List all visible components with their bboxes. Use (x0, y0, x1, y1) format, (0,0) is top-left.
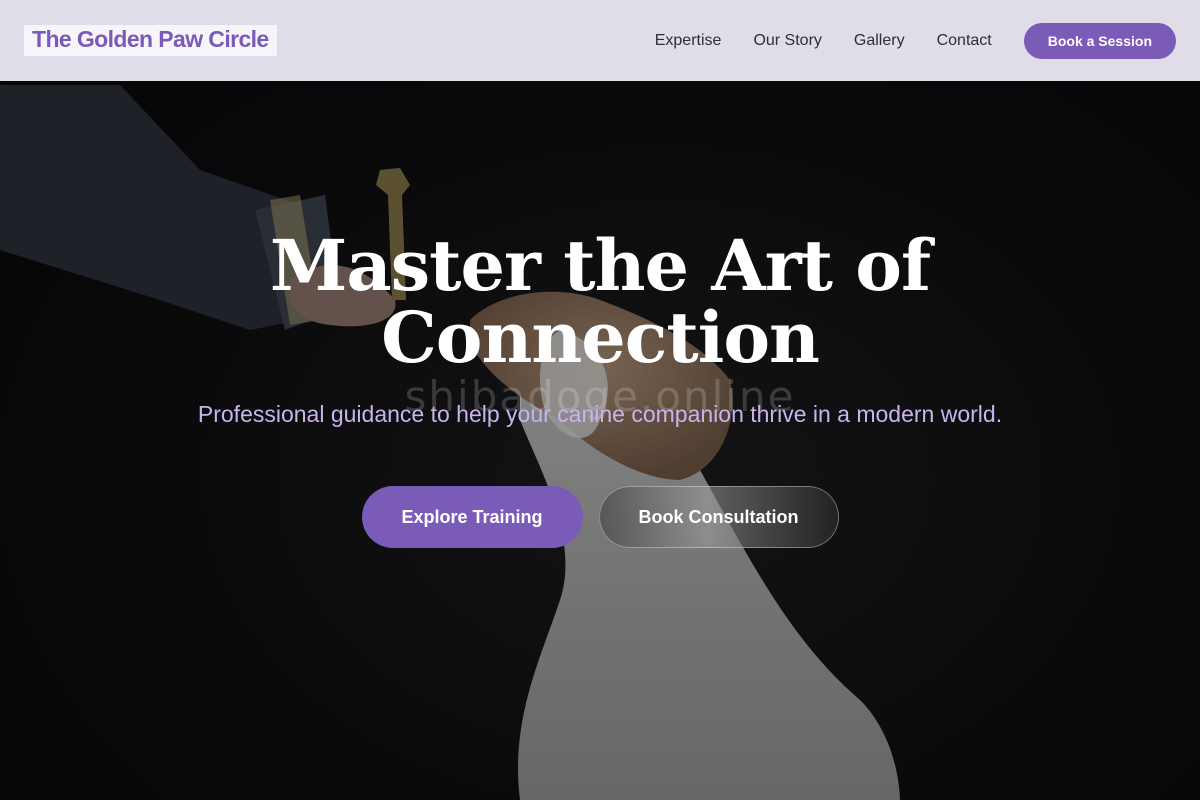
nav-link-expertise[interactable]: Expertise (655, 32, 722, 50)
hero-subtitle: Professional guidance to help your canin… (197, 401, 1003, 427)
book-consultation-button[interactable]: Book Consultation (598, 486, 839, 548)
explore-training-button[interactable]: Explore Training (361, 486, 583, 548)
book-session-button[interactable]: Book a Session (1023, 22, 1176, 59)
hero-title-line-2: Connection (381, 296, 820, 379)
hero-title: Master the Art of Connection (0, 230, 1200, 374)
nav-link-gallery[interactable]: Gallery (854, 32, 905, 50)
main-nav: Expertise Our Story Gallery Contact Book… (655, 22, 1176, 59)
hero-content: Master the Art of Connection Professiona… (0, 230, 1200, 548)
site-header: The Golden Paw Circle Expertise Our Stor… (0, 0, 1200, 81)
nav-link-our-story[interactable]: Our Story (753, 32, 821, 50)
hero-title-line-1: Master the Art of (269, 224, 931, 307)
hero-buttons: Explore Training Book Consultation (0, 486, 1200, 548)
nav-link-contact[interactable]: Contact (937, 32, 992, 50)
site-logo[interactable]: The Golden Paw Circle (24, 25, 277, 56)
